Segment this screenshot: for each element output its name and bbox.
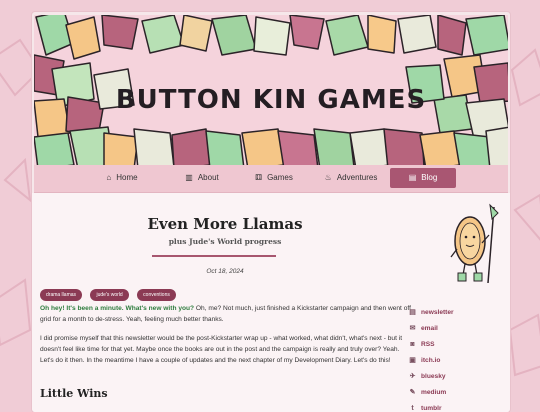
link-label: tumblr	[421, 405, 442, 412]
link-email[interactable]: ✉ email	[408, 321, 454, 337]
tag-conventions[interactable]: conventions	[137, 289, 176, 301]
section-heading: Little Wins	[40, 387, 108, 400]
email-icon: ✉	[409, 325, 416, 332]
body-paragraph: I did promise myself that this newslette…	[40, 335, 403, 364]
nav-about[interactable]: ▥ About	[162, 168, 242, 188]
link-label: newsletter	[421, 309, 454, 316]
post-title: Even More Llamas	[147, 215, 303, 233]
rss-icon: ◙	[410, 341, 415, 348]
intro-paragraph: Oh hey! It's been a minute. What's new w…	[40, 303, 412, 325]
post-subtitle: plus Jude's World progress	[168, 237, 282, 246]
newsletter-icon: ▤	[409, 309, 416, 316]
nav-adventures[interactable]: ♨ Adventures	[306, 168, 396, 188]
link-label: bluesky	[421, 373, 446, 380]
nav-blog[interactable]: ▤ Blog	[390, 168, 456, 188]
tag-judes-world[interactable]: jude's world	[90, 289, 129, 301]
flame-icon: ♨	[324, 173, 332, 182]
link-rss[interactable]: ◙ RSS	[408, 337, 454, 353]
link-newsletter[interactable]: ▤ newsletter	[408, 305, 454, 321]
bluesky-icon: ✈	[409, 373, 416, 380]
intro-highlight: Oh hey! It's been a minute. What's new w…	[40, 305, 195, 312]
nav-home[interactable]: ⌂ Home	[82, 168, 162, 188]
link-label: medium	[421, 389, 447, 396]
nav-label: Blog	[421, 173, 438, 182]
social-links: ▤ newsletter ✉ email ◙ RSS ▣ itch.io ✈ bluesk…	[408, 305, 454, 412]
content-area: Even More Llamas plus Jude's World progr…	[32, 193, 510, 412]
site-title: BUTTON KIN GAMES	[115, 85, 427, 115]
nav-label: About	[197, 173, 219, 182]
nav-games[interactable]: ⚅ Games	[234, 168, 314, 188]
nav-label: Adventures	[336, 173, 378, 182]
newspaper-icon: ▤	[408, 173, 417, 182]
nav-label: Home	[116, 173, 138, 182]
link-label: itch.io	[421, 357, 441, 364]
medium-icon: ✎	[409, 389, 416, 396]
link-tumblr[interactable]: t tumblr	[408, 401, 454, 412]
itchio-icon: ▣	[409, 357, 416, 364]
tag-list: drama llamas jude's world conventions	[40, 283, 180, 301]
link-bluesky[interactable]: ✈ bluesky	[408, 369, 454, 385]
tag-drama-llamas[interactable]: drama llamas	[40, 289, 83, 301]
nav-label: Games	[267, 173, 293, 182]
link-label: email	[421, 325, 438, 332]
dice-icon: ⚅	[255, 173, 263, 182]
main-nav: ⌂ Home ▥ About ⚅ Games ♨ Adventures ▤ Blog	[34, 165, 508, 193]
link-label: RSS	[421, 341, 435, 348]
site-banner: BUTTON KIN GAMES	[34, 15, 508, 165]
link-itchio[interactable]: ▣ itch.io	[408, 353, 454, 369]
post-date: Oct 18, 2024	[206, 268, 244, 275]
link-medium[interactable]: ✎ medium	[408, 385, 454, 401]
page-container: BUTTON KIN GAMES ⌂ Home ▥ About ⚅ Games ♨ Ad…	[32, 12, 510, 412]
title-divider	[152, 255, 276, 257]
mascot-illustration	[450, 203, 499, 284]
tumblr-icon: t	[411, 405, 414, 412]
home-icon: ⌂	[106, 173, 112, 182]
book-icon: ▥	[185, 173, 193, 182]
